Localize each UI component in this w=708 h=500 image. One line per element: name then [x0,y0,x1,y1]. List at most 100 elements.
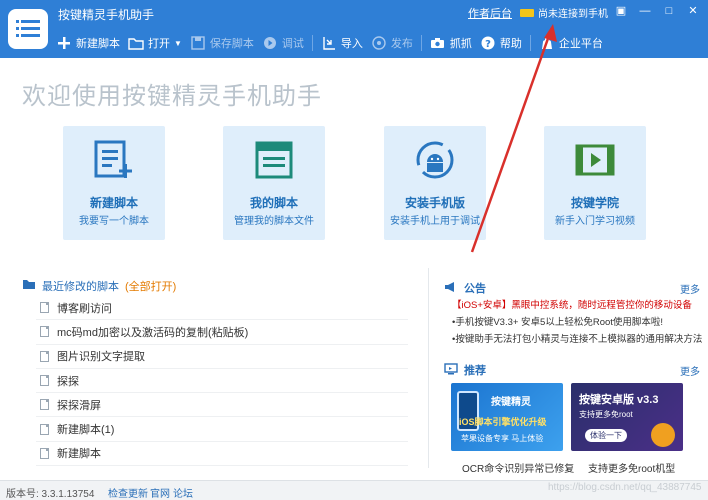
list-item[interactable]: 图片识别文字提取 [36,345,408,369]
save-icon [190,35,206,51]
promo-banner-ios[interactable]: 按键精灵 iOS脚本引擎优化升级 苹果设备专享 马上体验 [451,383,563,451]
recommend-more-link[interactable]: 更多 [680,363,700,378]
announcement-item[interactable]: 【iOS+安卓】黑眼中控系统，随时远程管控你的移动设备 [452,297,692,311]
save-script-label: 保存脚本 [209,38,254,50]
card-title: 新建脚本 [89,196,138,210]
promo-banner-android[interactable]: 按键安卓版 v3.3 支持更多免root 体验一下 [571,383,683,451]
watermark: https://blog.csdn.net/qq_43887745 [548,482,702,493]
list-item[interactable]: mc码md加密以及激活码的复制(粘贴板) [36,320,408,345]
import-button[interactable]: 导入 [321,35,363,51]
card-desc: 安装手机上用于调试 [390,216,480,227]
title-bar: 按键精灵手机助手 作者后台 尚未连接到手机 ▣ — □ ✕ 新建脚本 打开 ▼ … [0,0,708,58]
maximize-button[interactable]: □ [660,3,678,19]
file-icon [40,423,49,435]
recent-scripts-header: 最近修改的脚本 (全部打开) [22,278,176,294]
announcement-header: 公告 [444,280,486,296]
card-my-scripts[interactable]: 我的脚本 管理我的脚本文件 [223,126,325,240]
panel-divider [428,268,429,468]
close-button[interactable]: ✕ [684,3,702,19]
camera-icon [430,35,446,51]
list-item-label: 图片识别文字提取 [57,351,145,364]
chevron-down-icon[interactable]: ▼ [174,39,182,48]
capture-button[interactable]: 抓抓 [430,35,472,51]
list-item-label: 新建脚本(1) [57,424,115,437]
promo-line1: 按键精灵 [491,397,531,408]
connection-status[interactable]: 尚未连接到手机 [520,5,608,20]
enterprise-label: 企业平台 [558,38,603,50]
recommend-title: 推荐 [464,365,486,377]
list-item-label: 探探 [57,375,79,388]
website-link[interactable]: 官网 [150,485,170,500]
file-icon [40,399,49,411]
announcement-more-link[interactable]: 更多 [680,281,700,296]
promo-caption[interactable]: OCR命令识别异常已修复 [462,460,574,475]
card-title: 我的脚本 [249,196,298,210]
list-item[interactable]: 新建脚本 [36,442,408,467]
announcement-item[interactable]: •手机按键V3.3+ 安卓5以上轻松免Root使用脚本啦! [452,314,663,328]
new-script-button[interactable]: 新建脚本 [56,35,120,51]
help-button[interactable]: ? 帮助 [480,35,522,51]
debug-button[interactable]: 调试 [262,35,304,51]
card-new-script[interactable]: 新建脚本 我要写一个脚本 [63,126,165,240]
monitor-icon [444,362,458,378]
save-script-button[interactable]: 保存脚本 [190,35,254,51]
list-item[interactable]: 探探滑屏 [36,393,408,418]
play-icon [262,35,278,51]
enterprise-platform-button[interactable]: 企业平台 [539,35,603,51]
help-icon: ? [480,35,496,51]
recent-scripts-list: 博客刷访问 mc码md加密以及激活码的复制(粘贴板) 图片识别文字提取 探探 探… [36,296,408,467]
card-desc: 我要写一个脚本 [79,216,149,227]
import-icon [321,35,337,51]
file-icon [40,375,49,387]
list-item-label: 新建脚本 [57,448,101,461]
announcement-title: 公告 [464,283,486,295]
card-title: 按键学院 [570,196,619,210]
video-academy-icon [575,140,615,180]
publish-label: 发布 [390,38,413,50]
open-all-link[interactable]: (全部打开) [125,278,176,294]
list-item[interactable]: 博客刷访问 [36,296,408,321]
card-desc: 新手入门学习视频 [555,216,635,227]
app-logo-icon [8,9,48,49]
megaphone-icon [444,281,458,296]
forum-link[interactable]: 论坛 [173,485,193,500]
card-install-mobile[interactable]: 安装手机版 安装手机上用于调试 [384,126,486,240]
promo-line2: iOS脚本引擎优化升级 [459,417,547,427]
card-academy[interactable]: 按键学院 新手入门学习视频 [544,126,646,240]
android-install-icon [415,140,455,180]
publish-icon [371,35,387,51]
author-backend-link[interactable]: 作者后台 [468,5,512,21]
connection-status-label: 尚未连接到手机 [538,9,608,20]
svg-text:?: ? [485,39,491,50]
check-update-link[interactable]: 检查更新 [108,485,148,500]
open-button[interactable]: 打开 ▼ [128,35,182,51]
root-badge-icon [651,423,675,447]
promo-caption[interactable]: 支持更多免root机型 [588,460,675,475]
publish-button[interactable]: 发布 [371,35,413,51]
phone-icon [520,8,534,17]
list-item-label: 探探滑屏 [57,399,101,412]
skin-button[interactable]: ▣ [612,3,630,19]
list-item[interactable]: 新建脚本(1) [36,417,408,442]
open-label: 打开 [148,38,170,50]
plus-icon [56,35,72,51]
file-icon [40,447,49,459]
promo-line3: 体验一下 [585,429,627,442]
recommend-header: 推荐 [444,362,486,378]
promo-line1: 按键安卓版 v3.3 [579,394,659,406]
announcement-item[interactable]: •按键助手无法打包小精灵与连接不上模拟器的通用解决方法 [452,331,702,345]
file-icon [40,326,49,338]
list-item[interactable]: 探探 [36,369,408,394]
list-item-label: 博客刷访问 [57,302,112,315]
file-icon [40,302,49,314]
debug-label: 调试 [281,38,304,50]
list-item-label: mc码md加密以及激活码的复制(粘贴板) [57,326,249,339]
toolbar: 新建脚本 打开 ▼ 保存脚本 调试 导入 发布 抓抓 ? 帮助 企业平台 [56,30,611,56]
my-scripts-icon [254,140,294,180]
promo-line3: 苹果设备专享 马上体验 [461,434,544,443]
folder-icon [128,35,144,51]
folder-open-icon [22,279,36,293]
import-label: 导入 [340,38,363,50]
toolbar-divider [311,35,313,51]
minimize-button[interactable]: — [636,3,654,19]
